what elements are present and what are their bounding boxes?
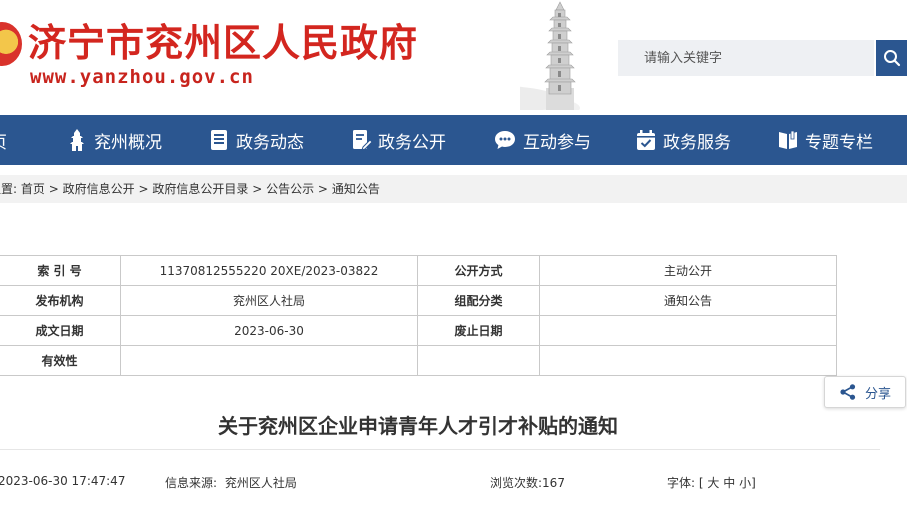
open-mode-label: 公开方式 xyxy=(417,255,540,286)
nav-item-services[interactable]: 政务服务 xyxy=(635,115,731,165)
publisher-value: 兖州区人社局 xyxy=(120,285,418,316)
source-label: 信息来源: xyxy=(165,476,218,490)
nav-item-news[interactable]: 政务动态 xyxy=(208,115,304,165)
views-value: 167 xyxy=(542,476,565,490)
validity-label: 有效性 xyxy=(0,345,121,376)
source-info: 信息来源: 兖州区人社局 xyxy=(165,474,297,491)
publish-datetime: 2023-06-30 17:47:47 xyxy=(0,474,126,488)
breadcrumb-item-announcements[interactable]: 公告公示 xyxy=(266,182,314,196)
category-value: 通知公告 xyxy=(539,285,837,316)
article-title: 关于兖州区企业申请青年人才引才补贴的通知 xyxy=(218,414,618,438)
nav-item-disclosure[interactable]: 政务公开 xyxy=(350,115,446,165)
view-count: 浏览次数:167 xyxy=(490,474,565,491)
main-nav: 页 兖州概况 政务动态 xyxy=(0,115,907,165)
empty-cell xyxy=(417,345,540,376)
table-row: 索 引 号 11370812555220 20XE/2023-03822 公开方… xyxy=(0,255,837,286)
document-edit-icon xyxy=(353,130,372,151)
pagoda-icon xyxy=(70,129,84,151)
nav-item-interaction[interactable]: 互动参与 xyxy=(493,115,591,165)
expired-date-value xyxy=(539,315,837,346)
expired-date-label: 废止日期 xyxy=(417,315,540,346)
nav-item-label: 政务公开 xyxy=(378,132,446,153)
nav-item-label: 政务服务 xyxy=(663,132,731,153)
views-label: 浏览次数: xyxy=(490,476,543,490)
breadcrumb-separator: > xyxy=(48,182,59,196)
nav-item-overview[interactable]: 兖州概况 xyxy=(66,115,162,165)
search-input[interactable] xyxy=(618,40,874,76)
share-label: 分享 xyxy=(864,386,891,402)
site-url: www.yanzhou.gov.cn xyxy=(30,66,254,88)
breadcrumb-item-notices[interactable]: 通知公告 xyxy=(332,182,380,196)
font-large-button[interactable]: 大 xyxy=(707,476,719,490)
national-emblem-icon xyxy=(0,22,22,66)
table-row: 发布机构 兖州区人社局 组配分类 通知公告 xyxy=(0,285,837,316)
created-date-label: 成文日期 xyxy=(0,315,121,346)
font-medium-button[interactable]: 中 xyxy=(723,476,735,490)
publisher-label: 发布机构 xyxy=(0,285,121,316)
breadcrumb-separator: > xyxy=(317,182,328,196)
document-meta-table: 索 引 号 11370812555220 20XE/2023-03822 公开方… xyxy=(0,255,837,376)
open-mode-value: 主动公开 xyxy=(539,255,837,286)
share-icon xyxy=(840,384,856,400)
search-box xyxy=(618,40,874,76)
category-label: 组配分类 xyxy=(417,285,540,316)
breadcrumb-separator: > xyxy=(138,182,149,196)
table-row: 成文日期 2023-06-30 废止日期 xyxy=(0,315,837,346)
nav-item-label: 互动参与 xyxy=(523,132,591,153)
nav-item-home[interactable]: 页 xyxy=(0,115,7,165)
font-size-controls: 字体: [ 大 中 小] xyxy=(667,474,756,491)
breadcrumb-separator: > xyxy=(252,182,263,196)
nav-item-label: 兖州概况 xyxy=(94,132,162,153)
site-header: 济宁市兖州区人民政府 www.yanzhou.gov.cn xyxy=(0,0,907,115)
breadcrumb-item-disclosure[interactable]: 政府信息公开 xyxy=(63,182,135,196)
validity-value xyxy=(120,345,418,376)
divider xyxy=(0,449,880,450)
index-label: 索 引 号 xyxy=(0,255,121,286)
font-bracket-open: [ xyxy=(698,476,704,490)
share-button[interactable]: 分享 xyxy=(824,376,906,408)
search-button[interactable] xyxy=(876,40,907,76)
nav-item-label: 政务动态 xyxy=(236,132,304,153)
font-label: 字体: xyxy=(667,476,696,490)
document-list-icon xyxy=(211,130,227,150)
breadcrumb-item-catalog[interactable]: 政府信息公开目录 xyxy=(152,182,248,196)
created-date-value: 2023-06-30 xyxy=(120,315,418,346)
index-value: 11370812555220 20XE/2023-03822 xyxy=(120,255,418,286)
source-value: 兖州区人社局 xyxy=(224,476,297,490)
breadcrumb-item-home[interactable]: 首页 xyxy=(21,182,45,196)
nav-item-label: 专题专栏 xyxy=(805,132,873,153)
nav-item-topics[interactable]: 专题专栏 xyxy=(777,115,873,165)
breadcrumb-prefix: 位置: xyxy=(0,182,18,196)
table-row: 有效性 xyxy=(0,345,837,376)
site-title[interactable]: 济宁市兖州区人民政府 xyxy=(28,12,418,67)
font-bracket-close: ] xyxy=(751,476,756,490)
breadcrumb: 位置: 首页 > 政府信息公开 > 政府信息公开目录 > 公告公示 > 通知公告 xyxy=(0,175,907,203)
pagoda-illustration xyxy=(520,1,580,110)
nav-item-label: 页 xyxy=(0,128,7,153)
chat-bubble-icon xyxy=(495,131,515,149)
font-small-button[interactable]: 小 xyxy=(739,476,751,490)
search-icon xyxy=(883,50,900,67)
calendar-check-icon xyxy=(637,130,655,150)
empty-cell xyxy=(539,345,837,376)
book-icon xyxy=(779,130,797,149)
